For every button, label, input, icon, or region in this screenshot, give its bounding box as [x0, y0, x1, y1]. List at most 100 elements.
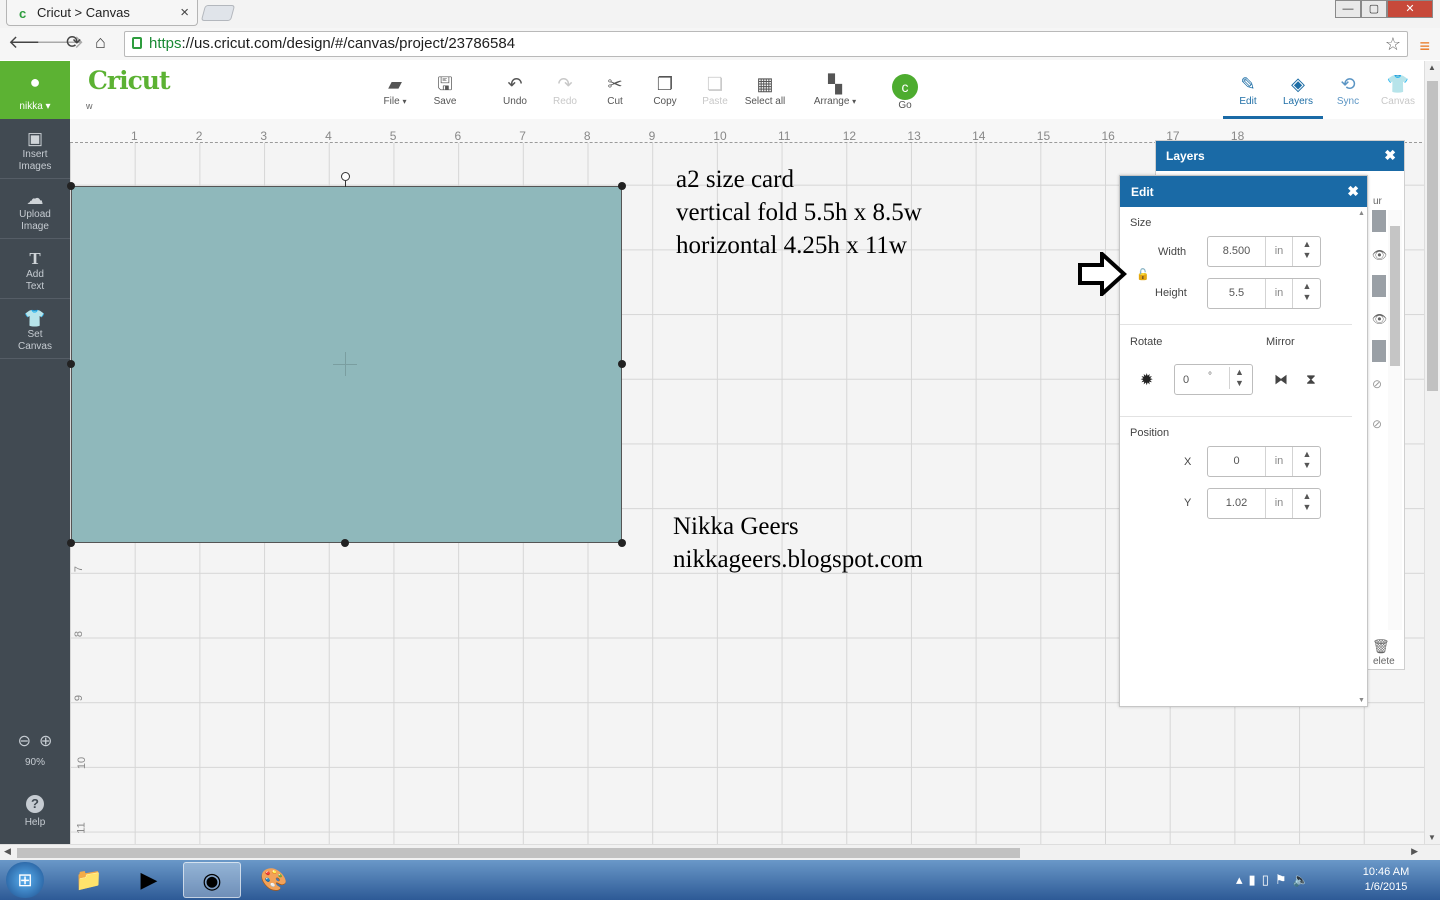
- zoom-in-icon[interactable]: ⊕: [39, 733, 52, 750]
- ruler-top-number: 4: [325, 129, 332, 143]
- ruler-top-number: 14: [972, 129, 986, 143]
- resize-handle-bm[interactable]: [341, 539, 349, 547]
- browser-tab[interactable]: c Cricut > Canvas ×: [6, 0, 198, 26]
- scroll-up-icon[interactable]: ▲: [1358, 210, 1365, 217]
- scroll-up-icon[interactable]: ▲: [1428, 63, 1436, 72]
- layer-swatch[interactable]: [1372, 210, 1386, 232]
- tab-close-icon[interactable]: ×: [180, 4, 189, 21]
- resize-handle-br[interactable]: [618, 539, 626, 547]
- browser-menu-icon[interactable]: ≡: [1419, 36, 1430, 57]
- start-button[interactable]: ⊞: [6, 862, 44, 898]
- paint-palette-icon: 🎨: [260, 867, 288, 892]
- edit-panel-scrollbar[interactable]: ▲ ▼: [1357, 210, 1367, 704]
- vertical-scroll-thumb[interactable]: [1427, 81, 1438, 391]
- ruler-top-number: 6: [454, 129, 462, 143]
- edit-panel-toggle[interactable]: ✎ Edit: [1223, 72, 1273, 119]
- note-line-3: horizontal 4.25h x 11w: [676, 232, 907, 259]
- select-all-button[interactable]: ▦ Select all: [735, 72, 795, 107]
- taskbar-chrome[interactable]: ◉: [183, 862, 241, 898]
- scroll-down-icon[interactable]: ▼: [1428, 833, 1436, 842]
- edit-close-icon[interactable]: ✖: [1347, 183, 1359, 200]
- layers-scroll-thumb[interactable]: [1390, 226, 1400, 366]
- resize-handle-bl[interactable]: [67, 539, 75, 547]
- height-stepper-icon[interactable]: ▲ ▼: [1296, 281, 1318, 303]
- new-tab-button[interactable]: [200, 5, 236, 21]
- power-icon[interactable]: ▯: [1262, 872, 1275, 887]
- user-avatar-icon: ●: [29, 72, 41, 92]
- layers-panel-toggle[interactable]: ◈ Layers: [1273, 72, 1323, 119]
- home-icon[interactable]: ⌂: [95, 32, 106, 53]
- clock-time: 10:46 AM: [1362, 866, 1410, 878]
- reload-icon[interactable]: ⟳: [66, 32, 81, 53]
- width-stepper-icon[interactable]: ▲ ▼: [1296, 239, 1318, 261]
- horizontal-scrollbar[interactable]: ◀ ▶: [0, 844, 1440, 860]
- rotate-handle[interactable]: [341, 172, 350, 181]
- taskbar-explorer[interactable]: 📁: [60, 862, 118, 898]
- eye-icon[interactable]: 👁: [1372, 312, 1387, 326]
- arrange-menu-button[interactable]: ▚ Arrange ▾: [805, 72, 865, 107]
- resize-handle-tr[interactable]: [618, 182, 626, 190]
- rotate-stepper-icon[interactable]: ▲ ▼: [1229, 367, 1249, 389]
- height-field[interactable]: 5.5 in ▲ ▼: [1207, 278, 1321, 309]
- rotate-field[interactable]: 0 ° ▲ ▼: [1174, 364, 1253, 395]
- upload-image-button[interactable]: ☁ Upload Image: [0, 179, 70, 239]
- canvas-button[interactable]: 👕 Canvas: [1373, 72, 1423, 119]
- insert-images-label-1: Insert: [22, 149, 48, 160]
- add-text-label-2: Text: [25, 281, 45, 292]
- y-position-field[interactable]: 1.02 in ▲ ▼: [1207, 488, 1321, 519]
- x-stepper-icon[interactable]: ▲ ▼: [1296, 449, 1318, 471]
- save-button[interactable]: 🖫 Save: [415, 72, 475, 107]
- eye-hidden-icon[interactable]: ⊘: [1372, 377, 1382, 391]
- eye-hidden-icon[interactable]: ⊘: [1372, 417, 1382, 431]
- eye-icon[interactable]: 👁: [1372, 248, 1387, 262]
- scroll-left-icon[interactable]: ◀: [4, 846, 11, 857]
- layer-swatch[interactable]: [1372, 275, 1386, 297]
- horizontal-scroll-thumb[interactable]: [17, 848, 1020, 858]
- maximize-button[interactable]: ▢: [1361, 0, 1387, 18]
- layers-close-icon[interactable]: ✖: [1384, 147, 1396, 164]
- resize-handle-ml[interactable]: [67, 360, 75, 368]
- zoom-out-icon[interactable]: ⊖: [18, 733, 31, 750]
- mirror-vertical-icon[interactable]: ⧗: [1306, 371, 1316, 388]
- x-position-field[interactable]: 0 in ▲ ▼: [1207, 446, 1321, 477]
- taskbar-media-player[interactable]: ▶: [120, 862, 178, 898]
- taskbar-paint[interactable]: 🎨: [245, 862, 303, 898]
- show-hidden-icons-icon[interactable]: ▴: [1236, 872, 1249, 887]
- insert-images-button[interactable]: ▣ Insert Images: [0, 119, 70, 179]
- volume-icon[interactable]: 🔈: [1293, 872, 1315, 887]
- insert-images-label-2: Images: [18, 161, 52, 172]
- rotate-dial-icon[interactable]: ✹: [1140, 370, 1153, 390]
- browser-chrome: c Cricut > Canvas × — ▢ ✕ 🡐 🡒 ⟳ ⌂ https:…: [0, 0, 1440, 60]
- network-icon[interactable]: ▮: [1249, 872, 1262, 887]
- left-sidebar: ▣ Insert Images ☁ Upload Image T Add Tex…: [0, 119, 70, 859]
- author-note-text: Nikka Geers nikkageers.blogspot.com: [673, 510, 923, 576]
- help-button[interactable]: ? Help: [0, 791, 70, 828]
- add-text-button[interactable]: T Add Text: [0, 239, 70, 299]
- resize-handle-tl[interactable]: [67, 182, 75, 190]
- x-unit: in: [1265, 447, 1293, 476]
- go-button[interactable]: c Go: [875, 72, 935, 111]
- minimize-button[interactable]: —: [1335, 0, 1361, 18]
- trash-icon[interactable]: 🗑: [1372, 638, 1390, 655]
- layers-scrollbar[interactable]: [1388, 210, 1402, 630]
- vertical-scrollbar[interactable]: ▲ ▼: [1424, 61, 1440, 844]
- lock-ratio-icon[interactable]: 🔓: [1136, 268, 1150, 281]
- window-close-button[interactable]: ✕: [1387, 0, 1433, 18]
- width-field[interactable]: 8.500 in ▲ ▼: [1207, 236, 1321, 267]
- save-label: Save: [433, 96, 457, 107]
- resize-handle-mr[interactable]: [618, 360, 626, 368]
- url-input[interactable]: https://us.cricut.com/design/#/canvas/pr…: [124, 31, 1408, 57]
- clock[interactable]: 10:46 AM 1/6/2015: [1356, 865, 1416, 895]
- flag-icon[interactable]: ⚑: [1275, 872, 1293, 887]
- set-canvas-button[interactable]: 👕 Set Canvas: [0, 299, 70, 359]
- sync-button[interactable]: ⟲ Sync: [1323, 72, 1373, 119]
- section-divider: [1120, 324, 1352, 325]
- layer-swatch[interactable]: [1372, 340, 1386, 362]
- y-stepper-icon[interactable]: ▲ ▼: [1296, 491, 1318, 513]
- user-menu[interactable]: ● nikka ▾: [0, 61, 70, 119]
- mirror-horizontal-icon[interactable]: ⧓: [1274, 371, 1288, 388]
- bookmark-star-icon[interactable]: ☆: [1385, 34, 1401, 55]
- scroll-right-icon[interactable]: ▶: [1411, 846, 1418, 857]
- folder-icon: 📁: [75, 867, 103, 892]
- scroll-down-icon[interactable]: ▼: [1358, 697, 1365, 704]
